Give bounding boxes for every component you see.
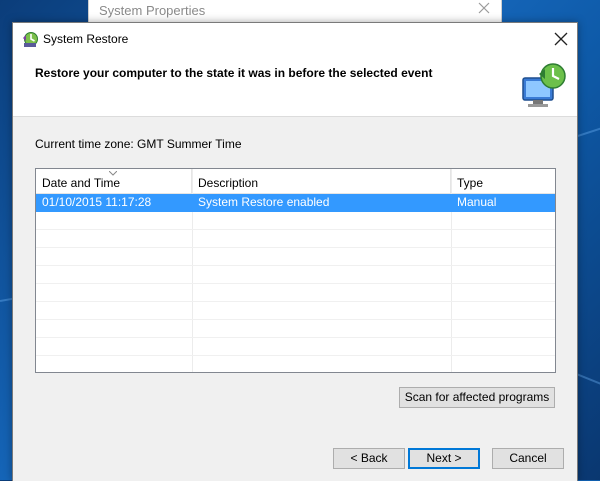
back-button[interactable]: < Back [333,448,405,469]
close-icon[interactable] [551,29,571,49]
cell-date-time: 01/10/2015 11:17:28 [42,195,152,209]
empty-row [36,356,555,374]
table-header: Date and Time Description Type [36,169,555,194]
column-header-date-time[interactable]: Date and Time [36,169,192,193]
dialog-title: System Restore [43,32,129,46]
cell-type: Manual [457,195,497,209]
next-button[interactable]: Next > [408,448,480,469]
empty-row [36,212,555,230]
system-restore-dialog: System Restore Restore your computer to … [12,22,578,481]
column-label: Date and Time [42,176,121,190]
column-label: Description [198,176,259,190]
header-instruction: Restore your computer to the state it wa… [35,66,433,80]
sort-arrow-icon [109,171,117,176]
empty-row [36,230,555,248]
timezone-label: Current time zone: GMT Summer Time [35,137,242,151]
column-header-type[interactable]: Type [451,169,555,193]
close-icon[interactable] [477,1,491,15]
table-body: 01/10/2015 11:17:28 System Restore enabl… [36,194,555,374]
column-header-description[interactable]: Description [192,169,451,193]
empty-row [36,266,555,284]
empty-row [36,248,555,266]
empty-row [36,284,555,302]
empty-row [36,338,555,356]
system-properties-title: System Properties [99,3,206,18]
restore-points-table[interactable]: Date and Time Description Type 01/10/201… [35,168,556,374]
empty-row [36,302,555,320]
table-row[interactable]: 01/10/2015 11:17:28 System Restore enabl… [36,194,555,212]
system-properties-window: System Properties [88,0,502,23]
title-bar[interactable]: System Restore [13,23,577,55]
cancel-button[interactable]: Cancel [492,448,564,469]
column-label: Type [457,176,484,190]
system-restore-icon [23,32,38,47]
cell-description: System Restore enabled [198,195,330,209]
empty-row [36,320,555,338]
dialog-header: Restore your computer to the state it wa… [13,55,577,117]
restore-monitor-icon [522,63,566,107]
scan-affected-programs-button[interactable]: Scan for affected programs [399,387,555,408]
